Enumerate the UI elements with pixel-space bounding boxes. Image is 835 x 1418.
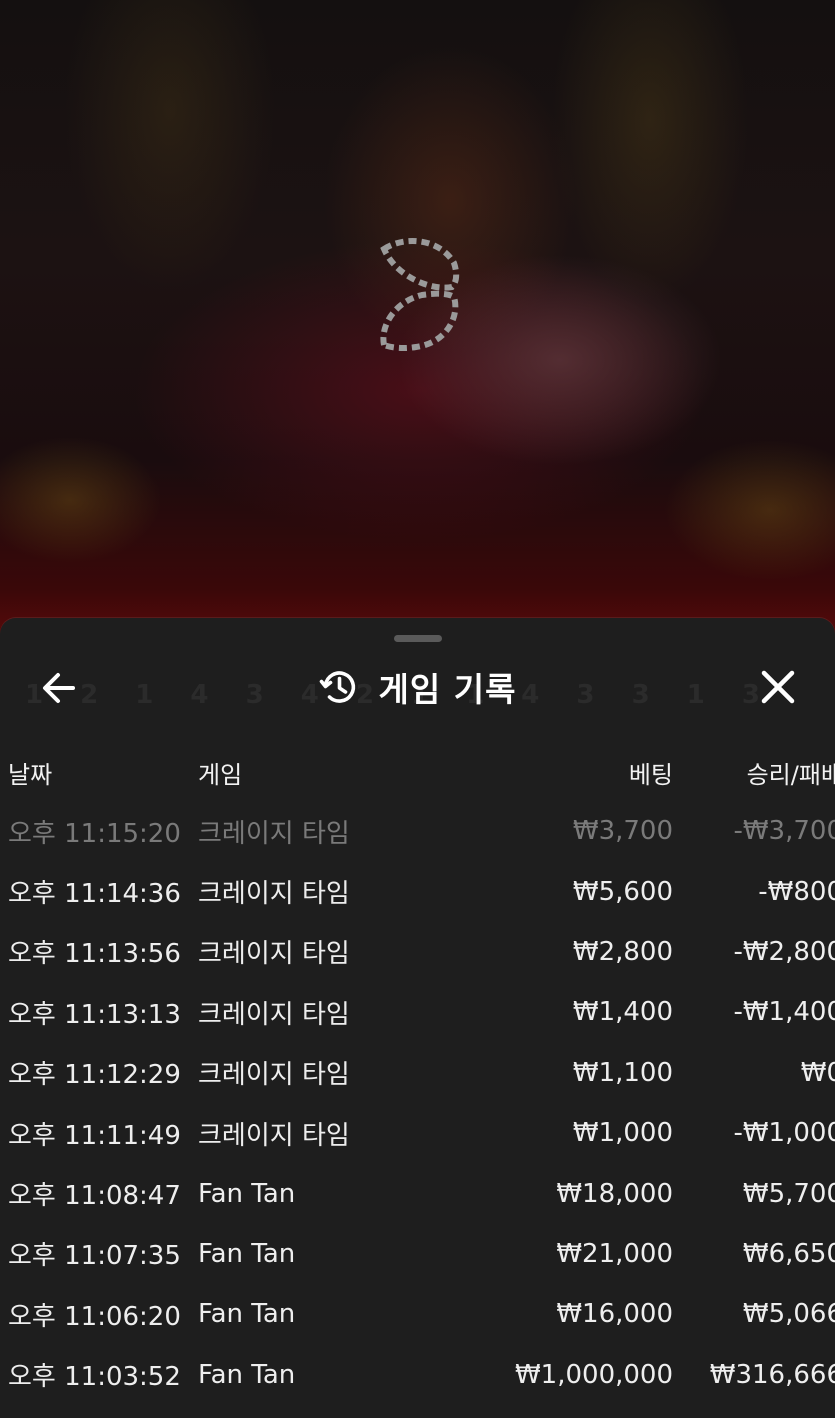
sheet-title: 게임 기록	[378, 670, 517, 709]
row-result: -₩2,800	[733, 936, 835, 967]
row-result: ₩316,666	[709, 1359, 835, 1390]
row-date: 오후 11:07:35	[8, 1241, 181, 1272]
row-game: 크레이지 타임	[198, 818, 350, 849]
row-bet: ₩5,600	[572, 876, 673, 907]
row-date: 오후 11:03:52	[8, 1362, 181, 1393]
row-bet: ₩1,000	[572, 1118, 673, 1149]
game-background	[0, 0, 835, 640]
loading-spinner-icon	[380, 237, 460, 352]
table-header-row: 날짜 게임 베팅 승리/패배	[0, 743, 835, 801]
row-date: 오후 11:12:29	[8, 1060, 181, 1091]
row-game: 크레이지 타임	[198, 999, 350, 1030]
row-game: 크레이지 타임	[198, 939, 350, 970]
header-result: 승리/패배	[746, 760, 835, 789]
row-bet: ₩21,000	[556, 1238, 673, 1269]
row-date: 오후 11:14:36	[8, 879, 181, 910]
row-game: Fan Tan	[198, 1299, 296, 1330]
row-date: 오후 11:13:13	[8, 999, 181, 1030]
row-game: 크레이지 타임	[198, 879, 350, 910]
table-row[interactable]: 오후 11:13:13 크레이지 타임 ₩1,400 -₩1,400	[0, 982, 835, 1042]
row-bet: ₩2,800	[572, 936, 673, 967]
row-bet: ₩18,000	[556, 1178, 673, 1209]
history-table: 날짜 게임 베팅 승리/패배 오후 11:15:20 크레이지 타임 ₩3,70…	[0, 743, 835, 1405]
row-game: 크레이지 타임	[198, 1060, 350, 1091]
game-history-sheet: 1 2 1 4 3 4 2 1 1 4 3 3 1 3 4 4 게임 기록	[0, 618, 835, 1418]
history-icon	[319, 671, 355, 703]
row-date: 오후 11:15:20	[8, 818, 181, 849]
row-result: -₩1,400	[733, 997, 835, 1028]
row-game: 크레이지 타임	[198, 1120, 350, 1151]
table-row[interactable]: 오후 11:13:56 크레이지 타임 ₩2,800 -₩2,800	[0, 922, 835, 982]
table-row[interactable]: 오후 11:12:29 크레이지 타임 ₩1,100 ₩0	[0, 1043, 835, 1103]
row-bet: ₩1,100	[572, 1057, 673, 1088]
row-game: Fan Tan	[198, 1359, 296, 1390]
row-bet: ₩16,000	[556, 1299, 673, 1330]
table-row[interactable]: 오후 11:03:52 Fan Tan ₩1,000,000 ₩316,666	[0, 1345, 835, 1405]
table-row[interactable]: 오후 11:14:36 크레이지 타임 ₩5,600 -₩800	[0, 861, 835, 921]
row-result: -₩3,700	[733, 816, 835, 847]
row-game: Fan Tan	[198, 1238, 296, 1269]
row-bet: ₩3,700	[572, 816, 673, 847]
drag-handle[interactable]	[394, 635, 442, 642]
row-result: ₩5,066	[742, 1299, 835, 1330]
row-date: 오후 11:06:20	[8, 1301, 181, 1332]
header-date: 날짜	[8, 760, 53, 789]
row-bet: ₩1,400	[572, 997, 673, 1028]
close-icon	[761, 670, 795, 704]
row-game: Fan Tan	[198, 1178, 296, 1209]
table-row[interactable]: 오후 11:15:20 크레이지 타임 ₩3,700 -₩3,700	[0, 801, 835, 861]
row-result: -₩1,000	[733, 1118, 835, 1149]
row-result: ₩5,700	[742, 1178, 835, 1209]
row-result: -₩800	[758, 876, 835, 907]
row-result: ₩0	[800, 1057, 835, 1088]
header-game: 게임	[198, 760, 243, 789]
table-row[interactable]: 오후 11:07:35 Fan Tan ₩21,000 ₩6,650	[0, 1224, 835, 1284]
row-result: ₩6,650	[742, 1238, 835, 1269]
close-button[interactable]	[755, 664, 801, 710]
header-bet: 베팅	[628, 760, 673, 789]
table-row[interactable]: 오후 11:08:47 Fan Tan ₩18,000 ₩5,700	[0, 1163, 835, 1223]
sheet-header: 게임 기록	[0, 662, 835, 712]
row-bet: ₩1,000,000	[514, 1359, 673, 1390]
table-row[interactable]: 오후 11:11:49 크레이지 타임 ₩1,000 -₩1,000	[0, 1103, 835, 1163]
row-date: 오후 11:11:49	[8, 1120, 181, 1151]
table-row[interactable]: 오후 11:06:20 Fan Tan ₩16,000 ₩5,066	[0, 1284, 835, 1344]
row-date: 오후 11:08:47	[8, 1181, 181, 1212]
row-date: 오후 11:13:56	[8, 939, 181, 970]
